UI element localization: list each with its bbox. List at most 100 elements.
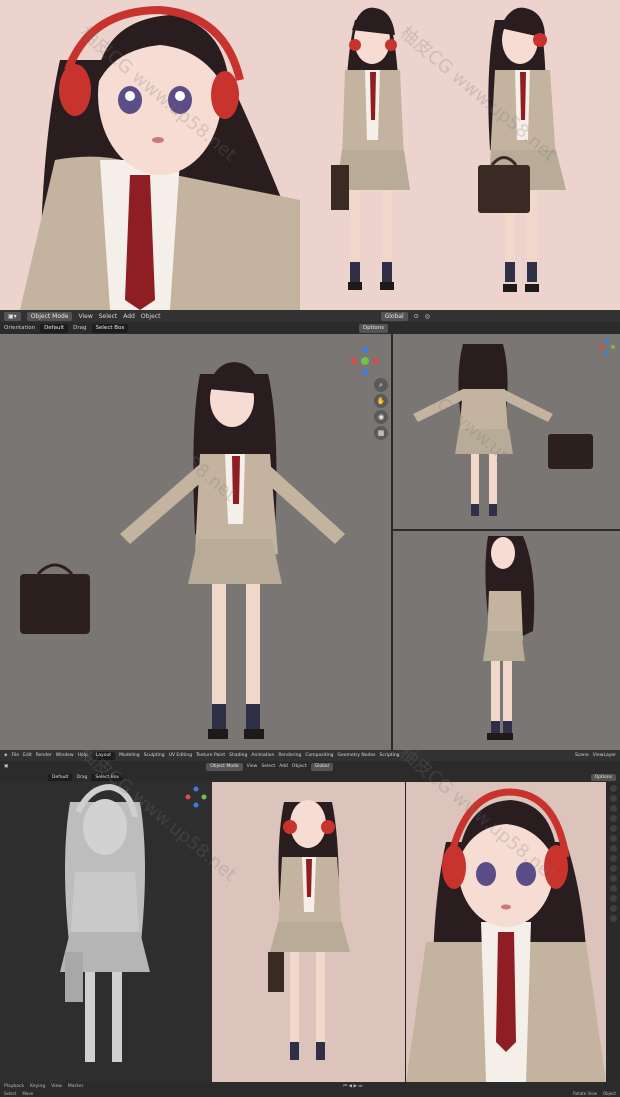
render-preview-band [0, 0, 620, 310]
sub-orientation-dropdown[interactable]: Default [48, 773, 73, 781]
tab-texture-paint[interactable]: Texture Paint [196, 753, 225, 758]
grid-icon[interactable]: ▦ [374, 426, 388, 440]
viewport-rendered-closeup[interactable] [406, 782, 606, 1082]
menu-playback[interactable]: Playback [4, 1084, 24, 1089]
output-props-icon[interactable] [609, 805, 617, 812]
tool-settings-bar: Orientation Default Drag Select Box Opti… [0, 322, 392, 334]
viewport-nav-buttons: ⌕ ✋ ◉ ▦ [374, 378, 388, 440]
tab-sculpting[interactable]: Sculpting [144, 753, 165, 758]
scene-props-icon[interactable] [609, 825, 617, 832]
mode-dropdown[interactable]: Object Mode [26, 311, 73, 321]
axis-gizmo-icon[interactable] [598, 338, 616, 356]
editor-type-icon[interactable]: ▣ [4, 764, 8, 769]
right-tool-settings-bar [392, 322, 620, 334]
status-object: Object [602, 1091, 616, 1096]
transform-orientation-dropdown[interactable]: Global [380, 311, 408, 321]
menu-marker[interactable]: Marker [68, 1084, 84, 1089]
pan-hand-icon[interactable]: ✋ [374, 394, 388, 408]
status-select: Select [4, 1091, 17, 1096]
top-menu-bar: ◈ File Edit Render Window Help Layout Mo… [0, 750, 620, 761]
rendered-full-body-model [268, 800, 350, 1060]
menu-object[interactable]: Object [141, 313, 161, 320]
camera-icon[interactable]: ◉ [374, 410, 388, 424]
axis-gizmo-icon[interactable] [185, 786, 207, 808]
sub-menu-add[interactable]: Add [279, 764, 288, 769]
viewport-sculpt[interactable] [0, 782, 212, 1082]
material-props-icon[interactable] [609, 905, 617, 912]
tab-modeling[interactable]: Modeling [119, 753, 139, 758]
texture-props-icon[interactable] [609, 915, 617, 922]
select-box-dropdown[interactable]: Select Box [91, 323, 129, 333]
clay-model [60, 783, 150, 1062]
data-props-icon[interactable] [609, 895, 617, 902]
blender-window: ▣▾ Object Mode View Select Add Object Gl… [0, 310, 620, 750]
sub-options-button[interactable]: Options [590, 773, 616, 781]
scene-selector[interactable]: Scene [575, 753, 589, 758]
proportional-edit-icon[interactable]: ◎ [425, 313, 430, 320]
tab-geometry-nodes[interactable]: Geometry Nodes [338, 753, 376, 758]
render-props-icon[interactable] [609, 795, 617, 802]
tab-compositing[interactable]: Compositing [305, 753, 333, 758]
blender-logo-icon[interactable]: ◈ [4, 753, 7, 758]
properties-tab-strip [606, 782, 620, 1082]
world-props-icon[interactable] [609, 835, 617, 842]
orientation-dropdown[interactable]: Default [40, 323, 69, 333]
navigation-gizmo[interactable] [350, 346, 380, 380]
menu-window[interactable]: Window [56, 753, 74, 758]
editor-type-button[interactable]: ▣▾ [4, 311, 21, 321]
particles-props-icon[interactable] [609, 865, 617, 872]
status-rotate-view: Rotate View [573, 1091, 597, 1096]
viewport-rendered-full[interactable] [212, 782, 405, 1082]
view-layer-props-icon[interactable] [609, 815, 617, 822]
tab-rendering[interactable]: Rendering [278, 753, 301, 758]
viewport-header: ▣▾ Object Mode View Select Add Object Gl… [0, 310, 620, 322]
sub-select-box-dropdown[interactable]: Select Box [91, 773, 124, 781]
sculpt-axis-gizmo[interactable] [185, 786, 207, 812]
menu-add[interactable]: Add [123, 313, 135, 320]
tpose-back-model [413, 344, 593, 516]
axis-gizmo-small[interactable] [598, 338, 616, 360]
menu-timeline-view[interactable]: View [51, 1084, 62, 1089]
sub-mode-dropdown[interactable]: Object Mode [206, 762, 243, 771]
playback-controls-icon[interactable]: ⏮ ◀ ▶ ⏭ [343, 1083, 362, 1089]
tpose-side-model [483, 536, 535, 740]
object-props-icon[interactable] [609, 845, 617, 852]
status-move: Move [22, 1091, 34, 1096]
sub-menu-view[interactable]: View [247, 764, 258, 769]
menu-edit[interactable]: Edit [23, 753, 32, 758]
status-bar: Select Move Rotate View Object [0, 1090, 620, 1097]
character-renders [20, 5, 566, 310]
sub-transform-dropdown[interactable]: Global [310, 762, 333, 771]
tab-layout[interactable]: Layout [91, 751, 116, 760]
modifier-props-icon[interactable] [609, 855, 617, 862]
menu-file[interactable]: File [11, 753, 19, 758]
menu-view[interactable]: View [78, 313, 92, 320]
zoom-icon[interactable]: ⌕ [374, 378, 388, 392]
options-button[interactable]: Options [358, 323, 388, 333]
tab-shading[interactable]: Shading [229, 753, 247, 758]
tab-scripting[interactable]: Scripting [380, 753, 400, 758]
sub-menu-object[interactable]: Object [292, 764, 307, 769]
constraints-props-icon[interactable] [609, 885, 617, 892]
view-layer-selector[interactable]: ViewLayer [593, 753, 616, 758]
tool-icon[interactable] [609, 785, 617, 792]
sub-drag-label: Drag [76, 774, 88, 780]
axis-gizmo-icon[interactable] [350, 346, 380, 376]
menu-keying[interactable]: Keying [30, 1084, 45, 1089]
viewport-back[interactable] [393, 334, 620, 529]
snap-icon[interactable]: ⊙ [414, 313, 419, 320]
sub-menu-select[interactable]: Select [261, 764, 275, 769]
tab-uv-editing[interactable]: UV Editing [169, 753, 192, 758]
menu-select[interactable]: Select [99, 313, 118, 320]
menu-render[interactable]: Render [36, 753, 52, 758]
viewport-front[interactable]: ⌕ ✋ ◉ ▦ [0, 334, 391, 750]
blender-workspace-window: ◈ File Edit Render Window Help Layout Mo… [0, 750, 620, 1097]
viewport-side[interactable] [393, 531, 620, 750]
front-full-body-render [331, 7, 410, 290]
orientation-label: Orientation [4, 325, 36, 331]
tab-animation[interactable]: Animation [251, 753, 274, 758]
physics-props-icon[interactable] [609, 875, 617, 882]
closeup-render [20, 5, 300, 310]
menu-help[interactable]: Help [78, 753, 88, 758]
timeline-header: Playback Keying View Marker ⏮ ◀ ▶ ⏭ [0, 1082, 620, 1090]
